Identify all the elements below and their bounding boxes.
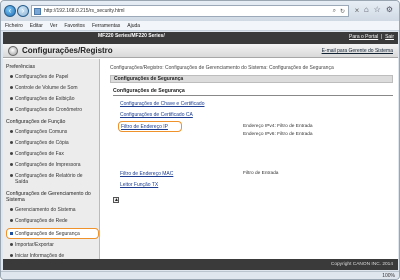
sidebar-item-system-mgmt[interactable]: Gerenciamento do Sistema xyxy=(10,207,76,213)
page-icon xyxy=(34,7,41,15)
sidebar-section-function: Configurações de Função xyxy=(6,119,66,125)
section-divider xyxy=(113,95,393,96)
refresh-icon[interactable]: ↻ xyxy=(340,8,345,15)
mac-filter-info: Filtro de Entrada xyxy=(243,171,279,176)
ip-filter-info-ipv4: Endereço IPv4: Filtro de Entrada xyxy=(243,124,313,129)
address-bar[interactable]: http://192.168.0.215/rs_security.html ⌕ … xyxy=(31,5,349,17)
sidebar-item-common[interactable]: Configurações Comuns xyxy=(10,129,67,135)
menu-tools[interactable]: Ferramentas xyxy=(92,23,120,29)
web-page: MF220 Series/MF220 Series/ Para o Portal… xyxy=(3,32,398,270)
bullet-icon xyxy=(10,141,13,144)
key-certificate-link[interactable]: Configurações de Chave e Certificado xyxy=(120,101,205,107)
mac-filter-link[interactable]: Filtro de Endereço MAC xyxy=(120,171,173,177)
sidebar-item-security[interactable]: Configurações de Segurança xyxy=(6,228,99,239)
back-icon[interactable]: ‹ xyxy=(4,5,16,17)
bullet-icon xyxy=(10,163,13,166)
exit-link[interactable]: Sair xyxy=(385,34,394,40)
bullet-icon xyxy=(10,86,13,89)
menu-view[interactable]: Ver xyxy=(50,23,58,29)
sidebar-item-paper[interactable]: Configurações de Papel xyxy=(10,74,68,80)
bullet-icon xyxy=(10,254,13,257)
menu-favorites[interactable]: Favoritos xyxy=(64,23,85,29)
sidebar-item-import-export[interactable]: Importar/Exportar xyxy=(10,242,54,248)
browser-menubar: Ficheiro Editar Ver Favoritos Ferramenta… xyxy=(1,21,399,31)
bullet-icon xyxy=(10,174,13,177)
browser-titlebar: ‹ › http://192.168.0.215/rs_security.htm… xyxy=(1,1,399,21)
menu-help[interactable]: Ajuda xyxy=(127,23,140,29)
panel-header: Configurações de Segurança xyxy=(110,75,393,83)
sidebar-item-printer[interactable]: Configurações de Impressora xyxy=(10,162,81,168)
menu-edit[interactable]: Editar xyxy=(30,23,43,29)
scroll-top-icon[interactable]: ▲ xyxy=(113,197,119,203)
settings-icon xyxy=(8,46,18,56)
portal-link[interactable]: Para o Portal xyxy=(349,34,378,40)
panel-title: Configurações de Segurança xyxy=(114,76,184,82)
device-name: MF220 Series/MF220 Series/ xyxy=(98,33,165,39)
device-strip: MF220 Series/MF220 Series/ Para o Portal… xyxy=(3,32,398,44)
favorites-icon[interactable]: ☆ xyxy=(374,5,381,14)
menu-file[interactable]: Ficheiro xyxy=(5,23,23,29)
sidebar-item-display[interactable]: Configurações de Exibição xyxy=(10,96,74,102)
sidebar-item-fax[interactable]: Configurações de Fax xyxy=(10,151,64,157)
section-title: Configurações de Segurança xyxy=(113,88,185,94)
bullet-icon xyxy=(10,75,13,78)
sidebar-item-timer[interactable]: Configurações de Cronômetro xyxy=(10,107,82,113)
page-title: Configurações/Registro xyxy=(22,46,113,55)
ca-certificate-link[interactable]: Configurações de Certificado CA xyxy=(120,112,193,118)
bullet-icon xyxy=(10,243,13,246)
browser-statusbar: 100% xyxy=(1,271,399,279)
bullet-icon xyxy=(10,108,13,111)
sidebar-item-report[interactable]: Configurações de Relatório de Saída xyxy=(10,173,90,185)
page-header: Configurações/Registro E-mail para Geren… xyxy=(3,44,398,58)
bullet-icon xyxy=(10,152,13,155)
tx-function-link[interactable]: Leitor Função TX xyxy=(120,182,158,188)
breadcrumb: Configurações/Registro: Configurações de… xyxy=(110,65,334,71)
zoom-level[interactable]: 100% xyxy=(382,273,395,279)
url-text: http://192.168.0.215/rs_security.html xyxy=(44,8,125,14)
tools-gear-icon[interactable]: ⚙ xyxy=(386,5,393,14)
search-icon[interactable]: ⌕ xyxy=(333,8,336,15)
sidebar-section-preferences: Preferências xyxy=(6,64,36,70)
bullet-icon xyxy=(10,232,13,235)
sidebar-item-volume[interactable]: Controle de Volume de Som xyxy=(10,85,78,91)
sidebar-item-network[interactable]: Configurações de Rede xyxy=(10,218,68,224)
sidebar-section-management: Configurações de Gerenciamento do Sistem… xyxy=(6,191,91,203)
tab-close-icon[interactable]: × xyxy=(351,5,363,17)
copyright: Copyright CANON INC. 2014 xyxy=(330,262,393,267)
bullet-icon xyxy=(10,219,13,222)
browser-window: ‹ › http://192.168.0.215/rs_security.htm… xyxy=(0,0,400,280)
home-icon[interactable]: ⌂ xyxy=(364,5,369,14)
ip-filter-info-ipv6: Endereço IPv6: Filtro de Entrada xyxy=(243,132,313,137)
page-footer: Copyright CANON INC. 2014 xyxy=(3,259,398,270)
bullet-icon xyxy=(10,97,13,100)
sidebar-item-copy[interactable]: Configurações de Cópia xyxy=(10,140,69,146)
forward-icon[interactable]: › xyxy=(17,5,29,17)
bullet-icon xyxy=(10,130,13,133)
mail-admin-link[interactable]: E-mail para Gerente do Sistema xyxy=(322,48,393,54)
ip-filter-link[interactable]: Filtro de Endereço IP xyxy=(121,124,168,130)
bullet-icon xyxy=(10,208,13,211)
sidebar: Preferências Configurações de Papel Cont… xyxy=(3,59,100,270)
